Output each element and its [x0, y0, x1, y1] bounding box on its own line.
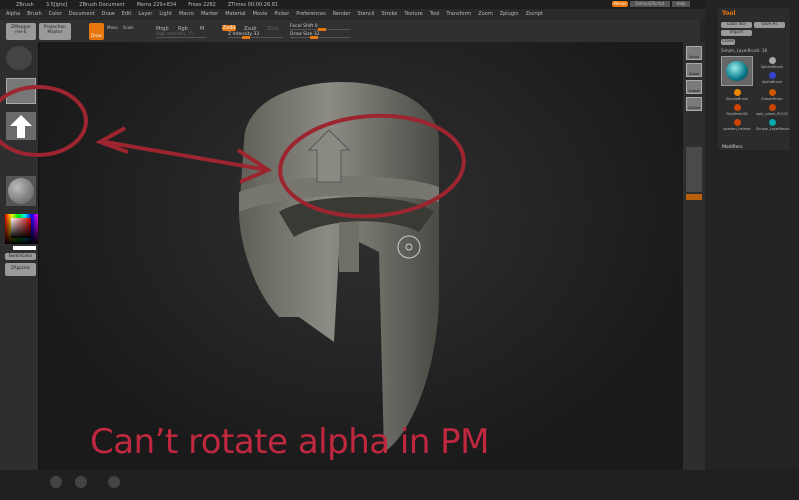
tool-item-label: Simple_LayerBrush [756, 127, 790, 131]
scroll-button[interactable]: Scroll [686, 46, 702, 60]
tool-item-icon [768, 89, 776, 96]
clone-button[interactable]: Clone [721, 38, 735, 45]
frame-buttons[interactable] [686, 147, 702, 192]
tool-item-icon [733, 119, 741, 126]
bottom-shelf [0, 470, 799, 500]
tool-palette: Tool Load Tool Save As Import Clone Simp… [718, 8, 790, 150]
actual-button[interactable]: Actual [686, 80, 702, 94]
zoom-button[interactable]: Zoom [686, 63, 702, 77]
tool-item-label: EraserBrush [761, 97, 783, 101]
import-button[interactable]: Import [721, 29, 752, 36]
tool-item[interactable]: SimpleBrush [721, 88, 753, 102]
tool-item[interactable]: spartan_helmet [721, 118, 753, 132]
bottom-button-3[interactable] [108, 476, 120, 488]
tool-item-label: SphereBrush [760, 65, 784, 69]
load-tool-button[interactable]: Load Tool [721, 21, 752, 28]
bottom-button-1[interactable] [50, 476, 62, 488]
tool-item-icon [733, 104, 741, 111]
tool-item-icon [768, 57, 776, 64]
aahalf-button[interactable]: AAHalf [686, 97, 702, 111]
tool-item-label: spartan_helmet [723, 127, 751, 131]
bottom-button-2[interactable] [75, 476, 87, 488]
tool-item-label: sphr_plane_PLC02 [756, 112, 788, 116]
tool-title: Tool [722, 10, 736, 17]
tool-item[interactable]: SphereBrush [756, 56, 788, 70]
tool-item[interactable]: PolyMesh3D [721, 103, 753, 117]
tool-item[interactable]: sphr_plane_PLC02 [756, 103, 788, 117]
current-tool-name: Simple_LayerBrush. 18 [721, 48, 767, 53]
tool-item[interactable]: Simple_LayerBrush [756, 118, 790, 132]
tool-item-icon [768, 104, 776, 111]
tool-item-icon [768, 119, 776, 126]
tool-item-label: SimpleBrush [725, 97, 749, 101]
tool-item-icon [733, 89, 741, 96]
modifiers-section[interactable]: Modifiers [722, 145, 743, 150]
current-tool-thumbnail[interactable] [721, 56, 753, 86]
save-as-button[interactable]: Save As [754, 21, 785, 28]
tool-item-label: AlphaBrush [761, 80, 783, 84]
xyz-toggle[interactable] [686, 194, 702, 200]
right-shelf: Scroll Zoom Actual AAHalf [683, 42, 705, 470]
annotation-text: Can’t rotate alpha in PM [90, 422, 490, 462]
tool-item[interactable]: AlphaBrush [756, 71, 788, 85]
tool-item[interactable]: EraserBrush [756, 88, 788, 102]
tool-item-icon [768, 72, 776, 79]
tool-item-label: PolyMesh3D [726, 112, 748, 116]
